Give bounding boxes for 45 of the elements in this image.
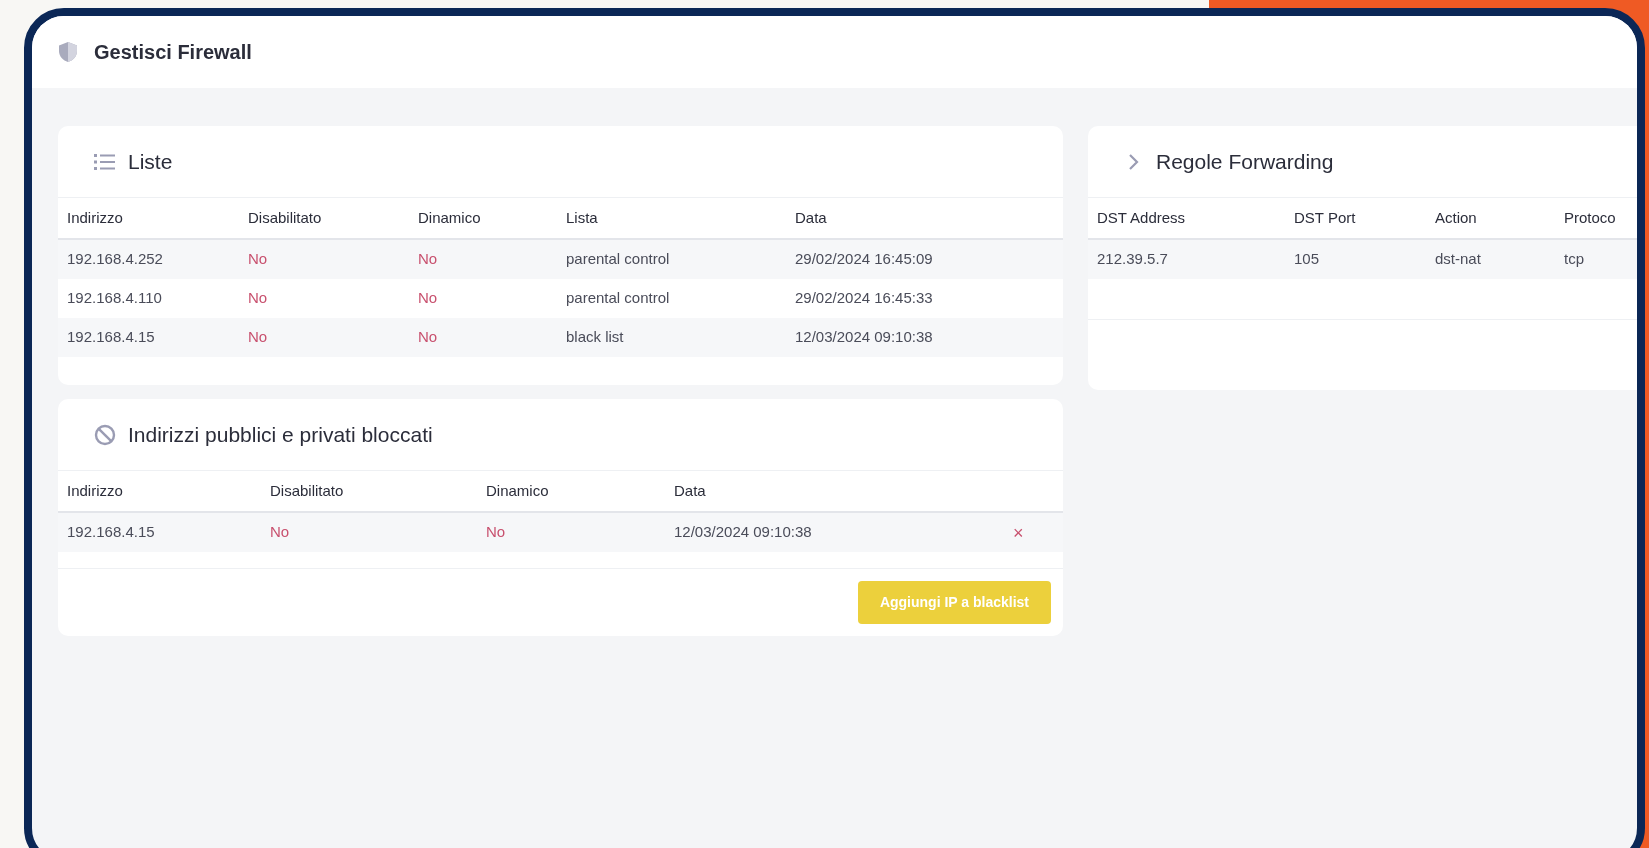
table-cell-text: No (486, 522, 507, 543)
table-cell-text: No (418, 249, 439, 270)
table-cell-text: dst-nat (1435, 249, 1482, 270)
remove-button[interactable]: × (1013, 523, 1024, 542)
table-cell-text: No (248, 249, 269, 270)
card-title: Indirizzi pubblici e privati bloccati (128, 421, 433, 448)
page-title: Gestisci Firewall (94, 40, 252, 65)
column-header: Protoco (1564, 207, 1617, 228)
chevron-right-icon (1128, 152, 1140, 171)
column-header: DST Port (1294, 207, 1357, 228)
table-cell-text: 212.39.5.7 (1097, 249, 1169, 270)
table-cell-text: 192.168.4.15 (67, 522, 156, 543)
table-cell-text: No (418, 327, 439, 348)
column-header: Data (674, 480, 707, 501)
table-cell-text: No (418, 288, 439, 309)
table-cell-text: tcp (1564, 249, 1585, 270)
table-cell-text: 192.168.4.15 (67, 327, 156, 348)
table-cell-text: parental control (566, 288, 671, 309)
card-title: Regole Forwarding (1156, 148, 1334, 175)
table-cell-text: parental control (566, 249, 671, 270)
table-cell-text: No (248, 288, 269, 309)
table-cell-text: 29/02/2024 16:45:09 (795, 249, 934, 270)
column-header: Disabilitato (270, 480, 345, 501)
column-header: Dinamico (418, 207, 482, 228)
column-header: Dinamico (486, 480, 550, 501)
column-header: Indirizzo (67, 207, 124, 228)
table-cell-text: No (248, 327, 269, 348)
table-cell-text: No (270, 522, 291, 543)
table-cell-text: 12/03/2024 09:10:38 (674, 522, 813, 543)
column-header: Action (1435, 207, 1478, 228)
column-header: Data (795, 207, 828, 228)
column-header: DST Address (1097, 207, 1187, 228)
list-icon (94, 152, 116, 171)
column-header: Disabilitato (248, 207, 323, 228)
table-cell-text: 12/03/2024 09:10:38 (795, 327, 934, 348)
card-title: Liste (128, 148, 173, 175)
shield-icon (58, 41, 78, 63)
column-header: Indirizzo (67, 480, 124, 501)
table-cell-text: 105 (1294, 249, 1321, 270)
table-cell-text: 192.168.4.252 (67, 249, 164, 270)
column-header: Lista (566, 207, 599, 228)
table-cell-text: black list (566, 327, 625, 348)
block-icon (94, 423, 116, 446)
table-cell-text: 29/02/2024 16:45:33 (795, 288, 934, 309)
table-cell-text: 192.168.4.110 (67, 288, 163, 309)
